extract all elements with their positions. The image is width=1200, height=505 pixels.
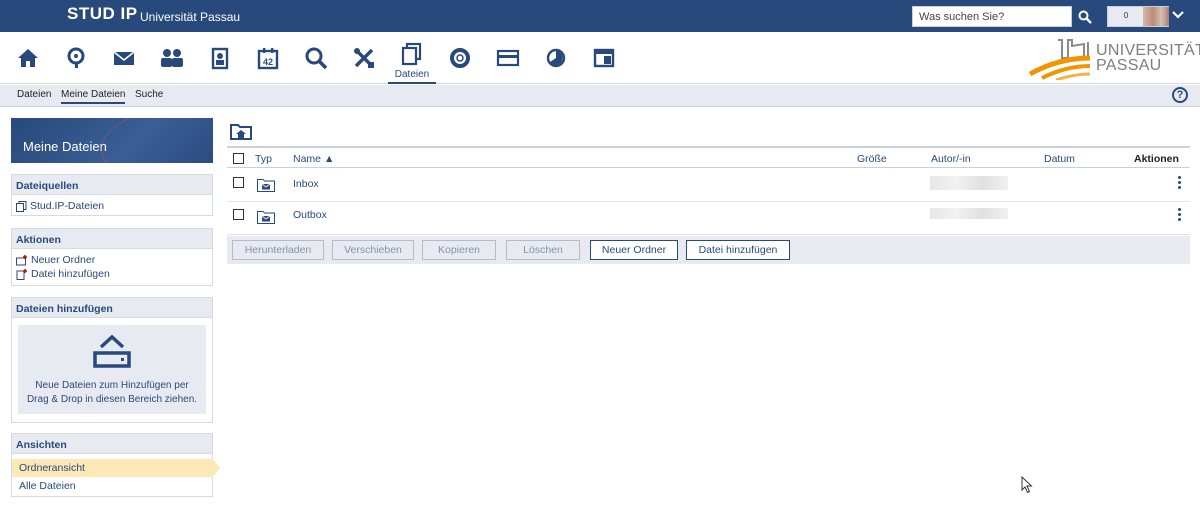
mail-folder-icon: [257, 211, 275, 224]
user-menu[interactable]: 0: [1107, 6, 1169, 27]
community-icon[interactable]: [158, 44, 186, 72]
row-name-inbox[interactable]: Inbox: [293, 178, 319, 190]
add-file-button[interactable]: Datei hinzufügen: [686, 240, 790, 260]
col-actions: Aktionen: [1134, 153, 1179, 165]
sidebar-title: Meine Dateien: [23, 139, 107, 154]
view-folder[interactable]: Ordneransicht: [12, 459, 220, 477]
row-actions-menu[interactable]: [1178, 208, 1182, 223]
sidebar-item-new-folder[interactable]: Neuer Ordner: [12, 253, 212, 267]
download-button[interactable]: Herunterladen: [232, 240, 324, 260]
sidebar-widget-sources: Dateiquellen Stud.IP-Dateien: [11, 174, 213, 216]
table-row[interactable]: Inbox: [227, 170, 1190, 202]
sidebar-item-studip-files[interactable]: Stud.IP-Dateien: [12, 199, 212, 213]
nav-files-label: Dateien: [394, 69, 430, 80]
pie-icon[interactable]: [542, 44, 570, 72]
add-files-heading: Dateien hinzufügen: [12, 298, 212, 318]
calendar-icon[interactable]: 42: [254, 44, 282, 72]
col-date[interactable]: Datum: [1044, 153, 1075, 165]
move-button[interactable]: Verschieben: [332, 240, 414, 260]
card-icon[interactable]: [494, 44, 522, 72]
sidebar-widget-add-files: Dateien hinzufügen Neue Dateien zum Hinz…: [11, 297, 213, 423]
actions-heading: Aktionen: [12, 229, 212, 249]
layout-icon[interactable]: [590, 44, 618, 72]
profile-icon[interactable]: [206, 44, 234, 72]
files-icon: [401, 42, 422, 66]
sidebar-item-add-file[interactable]: Datei hinzufügen: [12, 267, 212, 281]
row-actions-menu[interactable]: [1178, 176, 1182, 191]
tools-icon[interactable]: [350, 44, 378, 72]
col-size[interactable]: Größe: [857, 153, 887, 165]
new-folder-button[interactable]: Neuer Ordner: [590, 240, 678, 260]
search-icon[interactable]: [302, 44, 330, 72]
studip-logo[interactable]: STUD IP: [67, 4, 138, 24]
university-wordmark: UNIVERSITÄT PASSAU: [1096, 42, 1200, 74]
home-icon[interactable]: [14, 44, 42, 72]
row-checkbox[interactable]: [233, 209, 244, 220]
mouse-cursor-icon: [1021, 476, 1033, 494]
mail-folder-icon: [257, 179, 275, 192]
row-author-redacted: [930, 208, 1008, 219]
row-author-redacted: [930, 176, 1008, 190]
upload-icon: [93, 334, 131, 368]
sort-asc-icon: ▲: [323, 153, 335, 165]
university-name: Universität Passau: [140, 10, 241, 24]
copy-button[interactable]: Kopieren: [422, 240, 496, 260]
table-row[interactable]: Outbox: [227, 203, 1190, 235]
folder-add-icon: [16, 254, 27, 265]
col-name[interactable]: Name ▲: [293, 153, 334, 165]
col-type[interactable]: Typ: [255, 153, 272, 165]
sub-navigation: Dateien Meine Dateien Suche ?: [0, 85, 1200, 107]
files-icon: [16, 200, 27, 212]
table-header: Typ Name ▲ Größe Autor/-in Datum Aktione…: [227, 146, 1190, 168]
select-all-checkbox[interactable]: [233, 153, 244, 164]
help-button[interactable]: ?: [1172, 87, 1188, 103]
tab-suche[interactable]: Suche: [135, 89, 163, 100]
home-folder-icon[interactable]: [230, 122, 252, 140]
main-navigation: 42 Dateien: [0, 32, 1200, 84]
seminar-icon[interactable]: [62, 44, 90, 72]
file-add-icon: [16, 268, 27, 280]
chevron-down-icon[interactable]: [1172, 10, 1184, 20]
search-button[interactable]: [1074, 6, 1096, 27]
sources-heading: Dateiquellen: [12, 175, 212, 195]
mail-icon[interactable]: [110, 44, 138, 72]
file-dropzone[interactable]: Neue Dateien zum Hinzufügen per Drag & D…: [18, 325, 206, 414]
delete-button[interactable]: Löschen: [506, 240, 580, 260]
logo-text: STUD IP: [67, 4, 138, 23]
svg-text:42: 42: [263, 57, 273, 67]
row-checkbox[interactable]: [233, 177, 244, 188]
sidebar-widget-views: Ansichten Ordneransicht Alle Dateien: [11, 433, 220, 497]
col-author[interactable]: Autor/-in: [931, 153, 971, 165]
bulk-actions-bar: Herunterladen Verschieben Kopieren Lösch…: [227, 236, 1190, 264]
global-search-input[interactable]: [912, 6, 1072, 27]
search-icon: [1078, 10, 1092, 24]
dropzone-text-1: Neue Dateien zum Hinzufügen per: [35, 380, 189, 391]
top-bar: STUD IP Universität Passau 0: [0, 0, 1200, 32]
view-all-files[interactable]: Alle Dateien: [12, 477, 212, 495]
notification-count[interactable]: 0: [1118, 11, 1134, 20]
tab-dateien[interactable]: Dateien: [17, 89, 51, 100]
nav-files-active[interactable]: Dateien: [388, 36, 436, 84]
sidebar-widget-actions: Aktionen Neuer Ordner Datei hinzufügen: [11, 228, 213, 286]
help-lifebuoy-icon[interactable]: [446, 44, 474, 72]
sidebar-header: Meine Dateien: [11, 118, 213, 163]
tab-meine-dateien[interactable]: Meine Dateien: [61, 89, 126, 104]
avatar[interactable]: [1143, 7, 1169, 26]
views-heading: Ansichten: [12, 434, 212, 454]
row-name-outbox[interactable]: Outbox: [293, 209, 327, 221]
dropzone-text-2: Drag & Drop in diesen Bereich ziehen.: [26, 394, 198, 405]
